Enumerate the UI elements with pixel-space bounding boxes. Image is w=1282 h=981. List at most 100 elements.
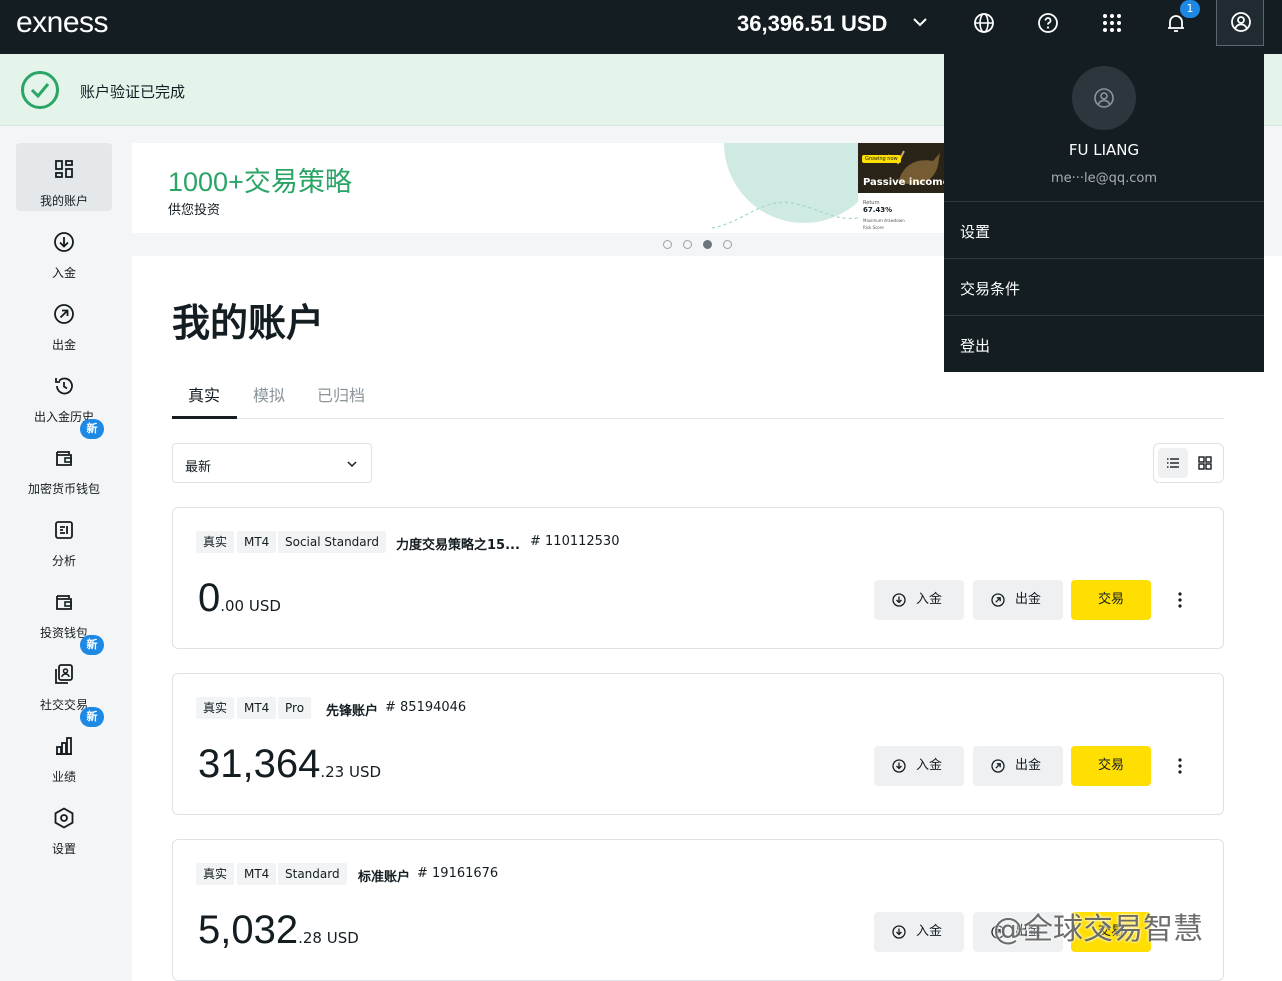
- performance-icon: [56, 737, 72, 755]
- strategy-card-image: Growing now Passive income: [858, 143, 944, 193]
- account-card[interactable]: 真实 MT4 Social Standard 力度交易策略之15... # 11…: [172, 507, 1224, 649]
- menu-item-logout[interactable]: 登出: [944, 315, 1264, 372]
- analytics-icon: [55, 521, 73, 539]
- withdraw-label: 出金: [1015, 758, 1042, 773]
- account-card[interactable]: 真实 MT4 Pro 先锋账户 # 85194046 31,364.23 USD…: [172, 673, 1224, 815]
- profile-button[interactable]: [1216, 0, 1264, 46]
- menu-item-trading-conditions[interactable]: 交易条件: [944, 258, 1264, 315]
- deposit-button[interactable]: 入金: [874, 580, 964, 620]
- deposit-icon: [54, 232, 74, 252]
- sidebar-item-label: 加密货币钱包: [27, 482, 100, 496]
- account-type-chip: 真实: [196, 697, 235, 719]
- account-balance: 31,364.23 USD: [198, 742, 381, 787]
- withdraw-label: 出金: [1015, 592, 1042, 607]
- profile-dropdown-menu: FU LIANG me···le@qq.com 设置 交易条件 登出: [944, 54, 1264, 372]
- check-circle-icon: [21, 71, 59, 109]
- tab-demo[interactable]: 模拟: [253, 382, 285, 406]
- new-badge: 新: [80, 635, 104, 655]
- sidebar-item-withdraw[interactable]: 出金: [16, 287, 112, 355]
- carousel-dot[interactable]: [723, 240, 732, 249]
- sidebar: 我的账户 入金 出金 出入金历史 新 加密货币钱包 分析 投资钱包 新 社交交易…: [0, 126, 128, 981]
- withdraw-button[interactable]: 出金: [973, 580, 1063, 620]
- platform-chip: MT4: [237, 697, 277, 719]
- sidebar-item-history[interactable]: 出入金历史: [16, 359, 112, 427]
- sidebar-item-performance[interactable]: 新 业绩: [16, 707, 112, 787]
- deposit-button[interactable]: 入金: [874, 912, 964, 952]
- total-balance[interactable]: 36,396.51 USD: [737, 11, 887, 37]
- account-name: 力度交易策略之15...: [396, 538, 520, 553]
- account-number: # 19161676: [417, 866, 499, 881]
- sidebar-item-label: 出金: [51, 338, 76, 352]
- grid-view-button[interactable]: [1190, 448, 1220, 478]
- balance-integer: 0: [198, 576, 221, 620]
- notification-count-badge: 1: [1180, 0, 1200, 18]
- deposit-icon: [892, 593, 906, 607]
- deposit-button[interactable]: 入金: [874, 746, 964, 786]
- user-name: FU LIANG: [1068, 141, 1140, 159]
- sidebar-item-investment-wallet[interactable]: 投资钱包: [16, 575, 112, 643]
- account-class-chip: Pro: [278, 697, 312, 719]
- apps-grid-icon[interactable]: [1100, 11, 1124, 35]
- chevron-down-icon[interactable]: [910, 12, 930, 32]
- verification-text: 账户验证已完成: [80, 83, 186, 101]
- sidebar-item-label: 入金: [51, 266, 76, 280]
- strategy-drawdown-label: Maximum drawdown: [863, 218, 905, 223]
- list-icon: [1167, 458, 1179, 468]
- withdraw-icon: [991, 759, 1005, 773]
- user-circle-icon: [1231, 12, 1251, 32]
- account-class-chip: Social Standard: [278, 531, 386, 553]
- globe-icon[interactable]: [972, 11, 996, 35]
- social-trading-icon: [55, 664, 73, 684]
- new-badge: 新: [80, 419, 104, 439]
- sidebar-item-label: 分析: [51, 554, 76, 568]
- user-circle-icon: [1094, 88, 1114, 108]
- promo-banner[interactable]: 1000+交易策略 供您投资 Growing now Passive incom…: [132, 143, 944, 233]
- carousel-dot[interactable]: [663, 240, 672, 249]
- carousel-dot-active[interactable]: [703, 240, 712, 249]
- trade-button[interactable]: 交易: [1071, 580, 1151, 620]
- list-view-button[interactable]: [1158, 448, 1188, 478]
- strategy-card-tag: Growing now: [862, 155, 901, 163]
- account-balance: 0.00 USD: [198, 576, 281, 621]
- account-tabs: 真实 模拟 已归档: [172, 372, 1224, 419]
- sort-select[interactable]: 最新: [172, 443, 372, 483]
- deposit-label: 入金: [916, 924, 943, 939]
- more-options-icon[interactable]: [1173, 756, 1187, 776]
- crypto-wallet-icon: [56, 451, 72, 466]
- banner-subtitle: 供您投资: [168, 203, 221, 218]
- history-icon: [55, 377, 73, 395]
- tab-real[interactable]: 真实: [188, 382, 220, 406]
- withdraw-button[interactable]: 出金: [973, 746, 1063, 786]
- sidebar-item-settings[interactable]: 设置: [16, 791, 112, 859]
- trade-button[interactable]: 交易: [1071, 746, 1151, 786]
- help-icon[interactable]: [1036, 11, 1060, 35]
- exness-logo[interactable]: exness: [16, 6, 109, 40]
- chevron-down-icon: [347, 461, 357, 468]
- user-email: me···le@qq.com: [1050, 171, 1158, 186]
- withdraw-icon: [54, 304, 74, 324]
- active-tab-indicator: [172, 416, 237, 419]
- balance-decimal: .00 USD: [220, 597, 281, 615]
- strategy-preview-card: Growing now Passive income Return 67.43%…: [858, 143, 944, 233]
- balance-decimal: .28 USD: [298, 929, 359, 947]
- balance-integer: 31,364: [198, 742, 321, 786]
- balance-decimal: .23 USD: [320, 763, 382, 781]
- carousel-dot[interactable]: [683, 240, 692, 249]
- sidebar-item-crypto-wallet[interactable]: 新 加密货币钱包: [16, 419, 112, 499]
- menu-item-settings[interactable]: 设置: [944, 201, 1264, 258]
- more-options-icon[interactable]: [1173, 590, 1187, 610]
- banner-title: 1000+交易策略: [168, 167, 352, 197]
- account-balance: 5,032.28 USD: [198, 908, 359, 953]
- investment-wallet-icon: [56, 595, 72, 610]
- sidebar-item-deposit[interactable]: 入金: [16, 215, 112, 283]
- deposit-icon: [892, 925, 906, 939]
- sidebar-item-social-trading[interactable]: 新 社交交易: [16, 635, 112, 715]
- deposit-icon: [892, 759, 906, 773]
- tab-archived[interactable]: 已归档: [317, 382, 365, 406]
- grid-icon: [1198, 456, 1212, 470]
- view-toggle: [1153, 443, 1224, 483]
- sidebar-item-label: 设置: [51, 842, 76, 856]
- sidebar-item-my-accounts[interactable]: 我的账户: [16, 143, 112, 211]
- avatar: [1072, 66, 1136, 130]
- sidebar-item-analytics[interactable]: 分析: [16, 503, 112, 571]
